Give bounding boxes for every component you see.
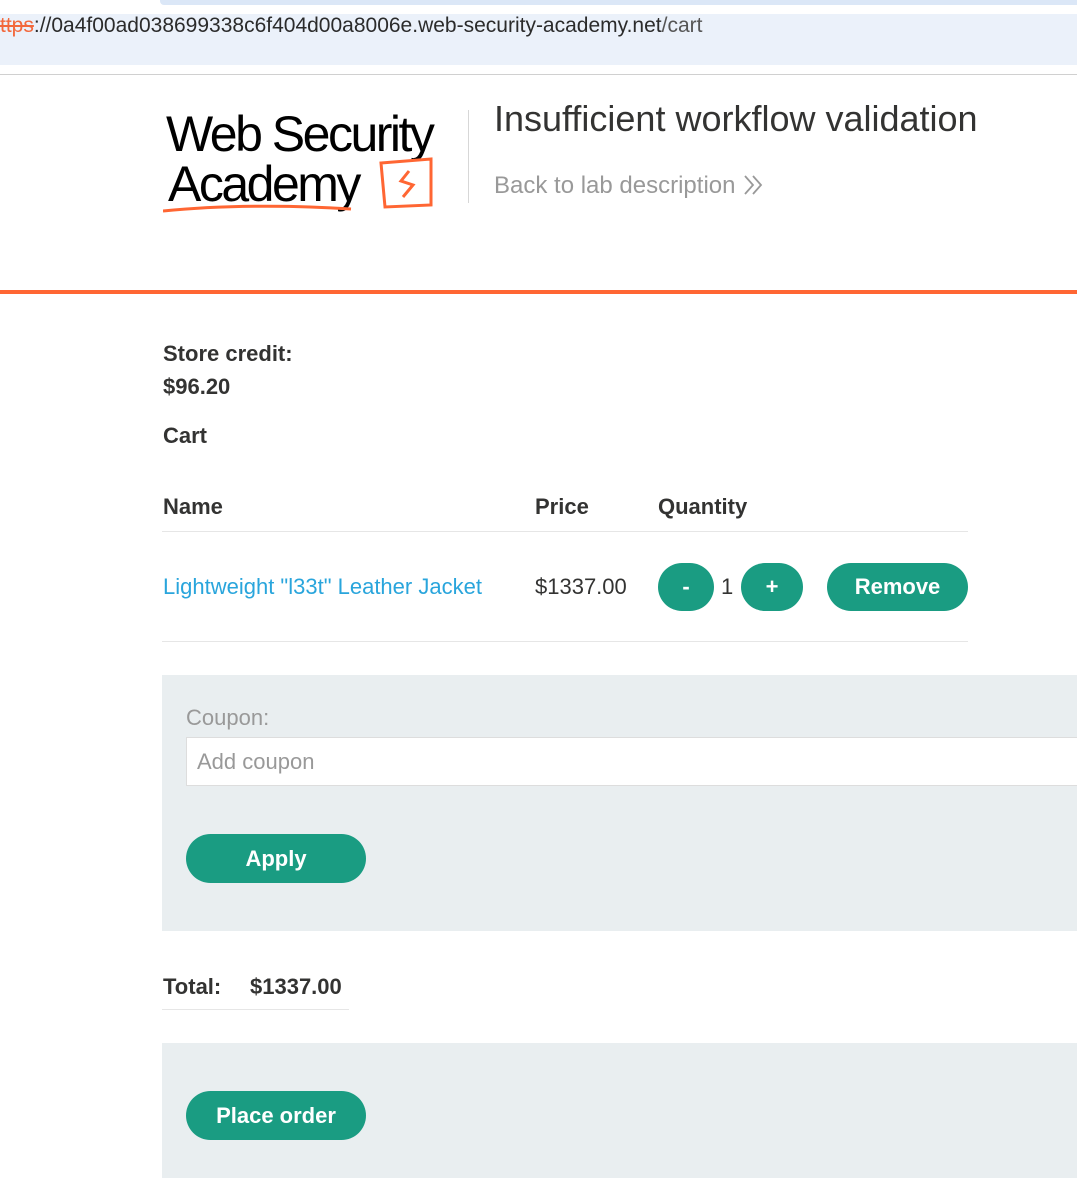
lab-title: Insufficient workflow validation — [494, 98, 978, 139]
double-chevron-right-icon — [744, 175, 763, 195]
total-divider — [162, 1009, 349, 1010]
apply-coupon-button[interactable]: Apply — [186, 834, 366, 883]
address-url[interactable]: ttps://0a4f00ad038699338c6f404d00a8006e.… — [0, 14, 702, 38]
product-name-link[interactable]: Lightweight "l33t" Leather Jacket — [163, 574, 482, 600]
decrease-quantity-button[interactable]: - — [658, 563, 714, 611]
coupon-panel — [162, 675, 1077, 931]
header-accent-rule — [0, 290, 1077, 294]
place-order-button[interactable]: Place order — [186, 1091, 366, 1140]
increase-quantity-button[interactable]: + — [741, 563, 803, 611]
column-header-quantity: Quantity — [658, 494, 748, 519]
url-path: /cart — [661, 14, 703, 37]
table-row-divider — [162, 641, 968, 642]
coupon-input[interactable] — [186, 737, 1077, 786]
browser-divider — [0, 74, 1077, 75]
quantity-value: 1 — [721, 574, 734, 599]
table-header-divider — [162, 531, 968, 532]
remove-item-button[interactable]: Remove — [827, 563, 968, 611]
coupon-label: Coupon: — [186, 705, 270, 730]
web-security-academy-logo[interactable]: Web Security Academy — [163, 105, 463, 217]
total-value: $1337.00 — [250, 974, 342, 999]
store-credit-label: Store credit: — [163, 341, 293, 366]
browser-tab-strip — [160, 0, 1077, 5]
logo-text-line2: Academy — [168, 156, 361, 212]
logo-mark-bolt — [398, 170, 416, 198]
logo-text-line1: Web Security — [166, 106, 435, 162]
cart-heading: Cart — [163, 423, 208, 448]
url-scheme: ttps — [0, 14, 34, 37]
url-host: 0a4f00ad038699338c6f404d00a8006e.web-sec… — [51, 14, 662, 37]
url-separator: :// — [33, 14, 52, 37]
column-header-price: Price — [535, 494, 589, 519]
back-to-lab-description-link[interactable]: Back to lab description — [494, 172, 763, 200]
product-price: $1337.00 — [535, 574, 627, 599]
header-separator — [468, 110, 469, 203]
store-credit-value: $96.20 — [163, 374, 231, 399]
column-header-name: Name — [163, 494, 223, 519]
back-link-label: Back to lab description — [494, 172, 736, 199]
total-label: Total: — [163, 974, 222, 999]
